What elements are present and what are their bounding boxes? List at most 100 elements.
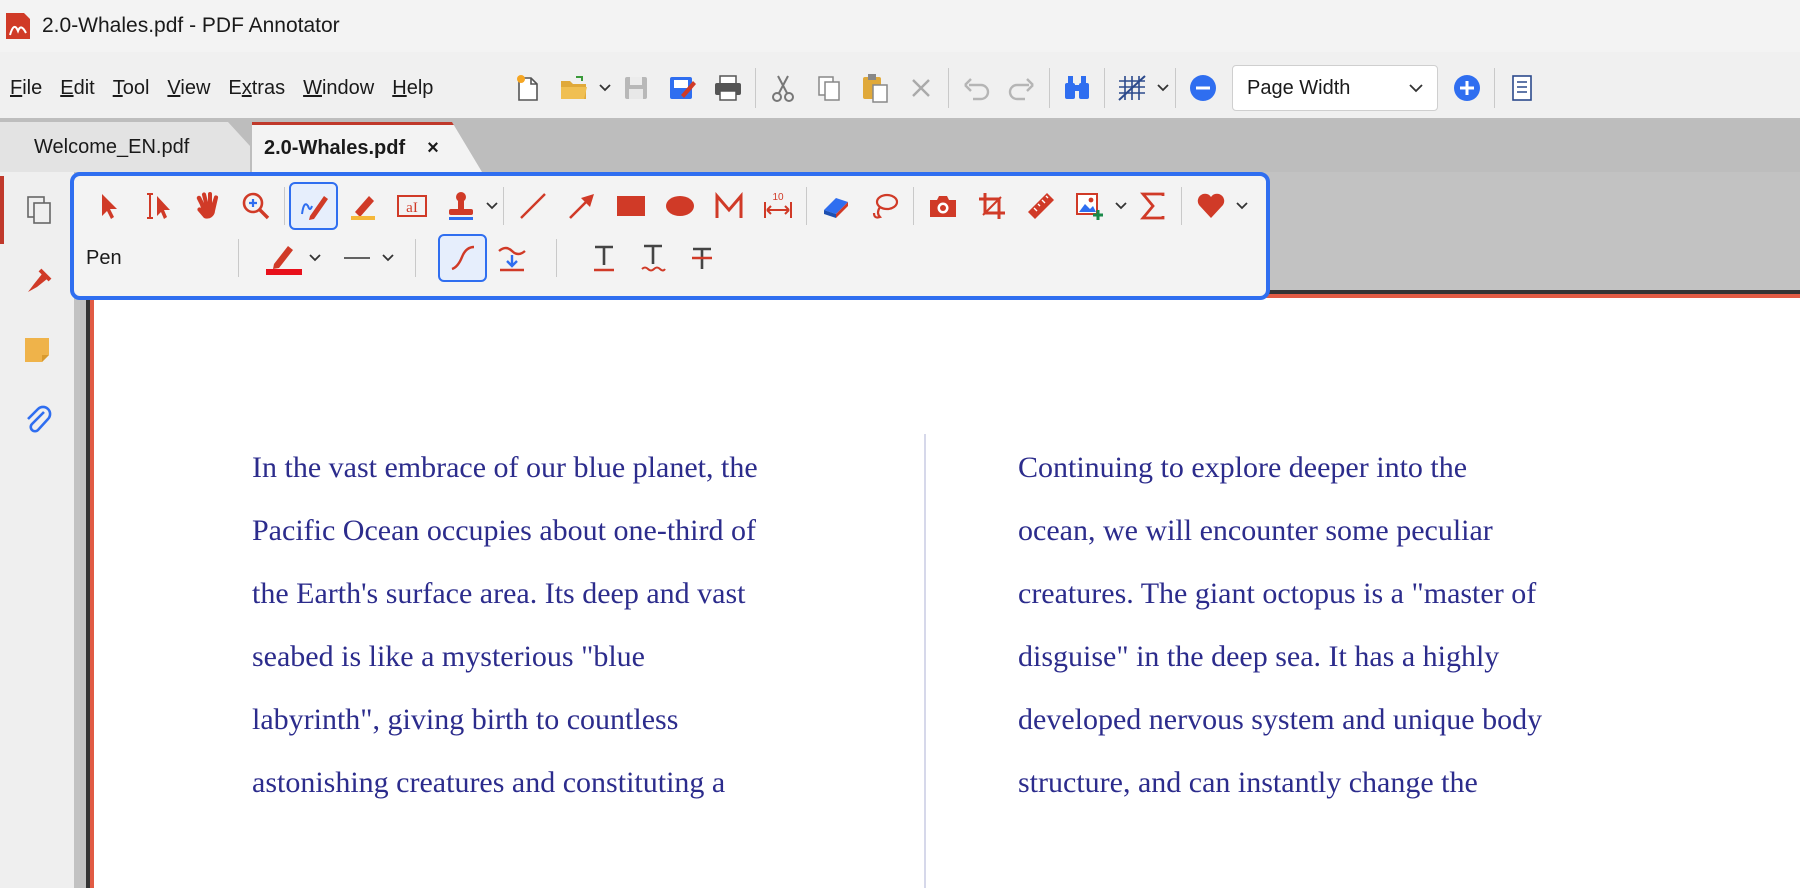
grid-dropdown[interactable] [1155, 65, 1171, 111]
toolbar-separator [1049, 68, 1050, 108]
smooth-stroke-button[interactable] [438, 234, 487, 282]
pen-color-dropdown[interactable] [308, 234, 322, 282]
ellipse-icon [665, 196, 694, 216]
toolbar-separator [556, 239, 557, 277]
line-width-dropdown[interactable] [381, 234, 395, 282]
zoom-select[interactable]: Page Width [1232, 65, 1438, 111]
sidebar-pages-button[interactable] [0, 176, 74, 244]
ellipse-tool-button[interactable] [655, 182, 704, 230]
menu-tool[interactable]: Tool [113, 77, 150, 100]
open-dropdown[interactable] [597, 65, 613, 111]
text-box-icon: aI [396, 195, 427, 217]
measure-tool-button[interactable]: 10 [753, 182, 802, 230]
menu-file[interactable]: File [10, 77, 42, 100]
toolbar-separator [1494, 68, 1495, 108]
paste-icon [863, 74, 888, 103]
redo-button[interactable] [999, 65, 1045, 111]
highlighter-tool-button[interactable] [338, 182, 387, 230]
current-tool-name: Pen [86, 246, 122, 269]
line-width-button[interactable] [332, 234, 381, 282]
squiggly-text-button[interactable] [628, 234, 677, 282]
favorites-tool-button[interactable] [1186, 182, 1235, 230]
sidebar-annotations-button[interactable] [0, 246, 74, 314]
line-icon [519, 193, 546, 219]
pen-tool-button[interactable] [289, 182, 338, 230]
save-button[interactable] [613, 65, 659, 111]
copy-button[interactable] [806, 65, 852, 111]
image-plus-icon [1075, 193, 1103, 220]
favorites-dropdown[interactable] [1235, 182, 1249, 230]
annotation-tools-row: aI 10 [84, 182, 1249, 230]
binoculars-icon [1065, 76, 1089, 99]
toolbar-separator [948, 68, 949, 108]
select-tool-button[interactable] [84, 182, 133, 230]
crop-tool-button[interactable] [967, 182, 1016, 230]
grid-button[interactable] [1109, 65, 1155, 111]
sidebar-attachments-button[interactable] [0, 386, 74, 454]
menu-help[interactable]: Help [392, 77, 433, 100]
page-view-button[interactable] [1499, 65, 1545, 111]
find-button[interactable] [1054, 65, 1100, 111]
text-line: developed nervous system and unique body [1018, 703, 1543, 736]
annotation-toolbar: aI 10 Pen [70, 172, 1270, 300]
save-as-button[interactable] [659, 65, 705, 111]
window-title: 2.0-Whales.pdf - PDF Annotator [42, 14, 340, 37]
hand-tool-button[interactable] [182, 182, 231, 230]
tab-whales[interactable]: 2.0-Whales.pdf × [252, 122, 482, 172]
lasso-tool-button[interactable] [860, 182, 909, 230]
pen-color-icon [265, 246, 302, 275]
rectangle-tool-button[interactable] [606, 182, 655, 230]
highlighter-icon [350, 196, 375, 220]
undo-button[interactable] [953, 65, 999, 111]
text-line: creatures. The giant octopus is a "maste… [1018, 577, 1537, 610]
zoom-tool-button[interactable] [231, 182, 280, 230]
text-select-tool-button[interactable] [133, 182, 182, 230]
text-box-tool-button[interactable]: aI [387, 182, 436, 230]
formula-tool-button[interactable] [1128, 182, 1177, 230]
zoom-out-icon [1190, 75, 1216, 101]
close-tab-icon[interactable]: × [427, 137, 439, 160]
zoom-out-button[interactable] [1180, 65, 1226, 111]
eraser-icon [823, 198, 848, 218]
pen-color-button[interactable] [259, 234, 308, 282]
polygon-tool-button[interactable] [704, 182, 753, 230]
lasso-icon [872, 193, 898, 219]
eraser-tool-button[interactable] [811, 182, 860, 230]
toolbar-separator [503, 187, 504, 225]
sidebar-notes-button[interactable] [0, 316, 74, 384]
cut-button[interactable] [760, 65, 806, 111]
toolbar-separator [1181, 187, 1182, 225]
pages-icon [27, 196, 51, 224]
underline-text-button[interactable] [579, 234, 628, 282]
new-document-button[interactable] [505, 65, 551, 111]
menu-view[interactable]: View [167, 77, 210, 100]
save-icon [625, 77, 647, 99]
line-tool-button[interactable] [508, 182, 557, 230]
print-button[interactable] [705, 65, 751, 111]
squiggly-text-icon [640, 244, 666, 272]
pressure-button[interactable] [487, 234, 536, 282]
menu-window[interactable]: Window [303, 77, 374, 100]
insert-image-tool-button[interactable] [1065, 182, 1114, 230]
stamp-dropdown[interactable] [485, 182, 499, 230]
zoom-in-button[interactable] [1444, 65, 1490, 111]
delete-button[interactable] [898, 65, 944, 111]
insert-image-dropdown[interactable] [1114, 182, 1128, 230]
menu-edit[interactable]: Edit [60, 77, 94, 100]
tab-welcome[interactable]: Welcome_EN.pdf [0, 122, 250, 172]
pdf-page[interactable]: In the vast embrace of our blue planet, … [86, 290, 1800, 888]
paste-button[interactable] [852, 65, 898, 111]
new-document-icon [517, 75, 538, 101]
strikeout-text-button[interactable] [677, 234, 726, 282]
sidebar [0, 172, 74, 888]
chevron-down-icon [1409, 83, 1423, 92]
tab-label: Welcome_EN.pdf [34, 135, 190, 158]
cut-icon [772, 75, 794, 102]
snapshot-tool-button[interactable] [918, 182, 967, 230]
open-button[interactable] [551, 65, 597, 111]
menu-extras[interactable]: Extras [228, 77, 285, 100]
ruler-tool-button[interactable] [1016, 182, 1065, 230]
text-line: Continuing to explore deeper into the [1018, 451, 1468, 484]
stamp-tool-button[interactable] [436, 182, 485, 230]
arrow-tool-button[interactable] [557, 182, 606, 230]
